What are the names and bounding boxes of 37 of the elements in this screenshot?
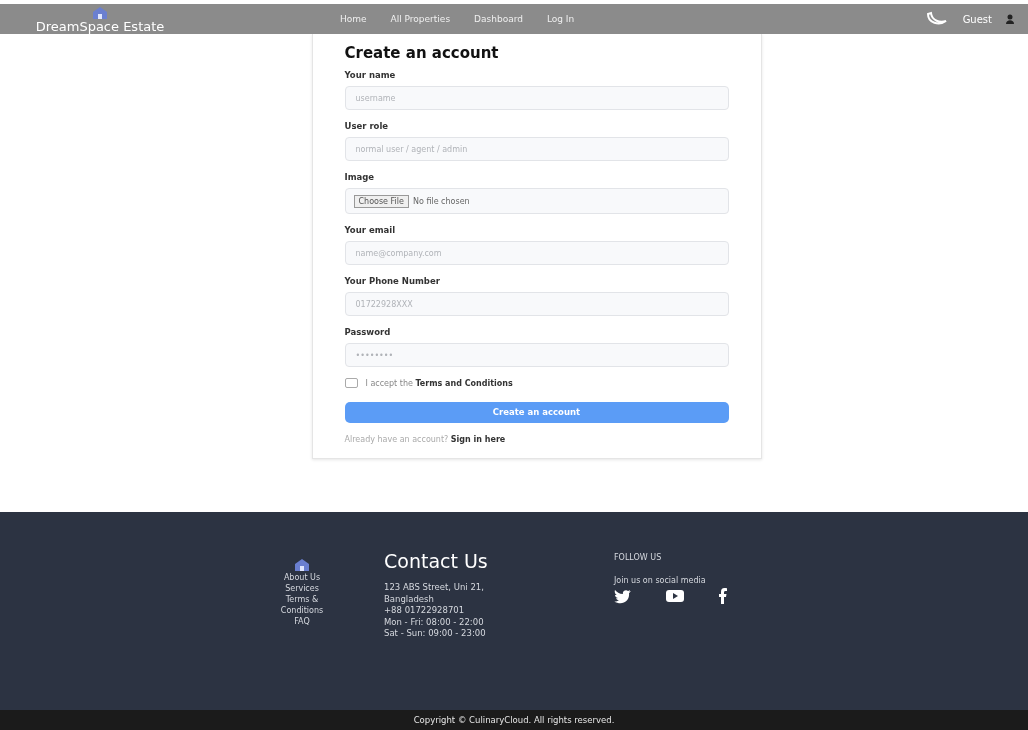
user-icon[interactable] xyxy=(1006,14,1014,24)
contact-line: Mon - Fri: 08:00 - 22:00 xyxy=(384,616,485,628)
footer-link[interactable]: Terms & Conditions xyxy=(272,594,332,616)
terms-link[interactable]: Terms and Conditions xyxy=(415,378,513,388)
footer-link[interactable]: Services xyxy=(285,583,319,594)
footer-link[interactable]: About Us xyxy=(283,572,321,583)
footer-link[interactable]: FAQ xyxy=(294,616,310,627)
bird-icon[interactable] xyxy=(614,588,632,604)
signin-text: Already have an account? Sign in here xyxy=(344,434,507,444)
input-field[interactable]: username xyxy=(344,86,729,110)
house-icon xyxy=(294,558,310,572)
terms-text: I accept the Terms and Conditions xyxy=(365,378,513,388)
follow-text: Join us on social media xyxy=(614,575,707,586)
contact-line: Sat - Sun: 09:00 - 23:00 xyxy=(384,628,487,640)
field-label: User role xyxy=(344,121,390,131)
checkbox[interactable] xyxy=(344,378,358,388)
input-field[interactable]: •••••••• xyxy=(344,343,729,367)
contact-line: +88 01722928701 xyxy=(384,605,466,617)
field-label: Password xyxy=(344,327,392,337)
copyright-text: Copyright © CulinaryCloud. All rights reserved. xyxy=(413,715,615,725)
field-label: Your Phone Number xyxy=(344,276,441,286)
field-label: Your email xyxy=(344,225,397,235)
input-field[interactable]: normal user / agent / admin xyxy=(344,137,729,161)
input-field[interactable]: name@company.com xyxy=(344,241,729,265)
follow-title: FOLLOW US xyxy=(614,552,663,563)
house-icon xyxy=(92,5,108,20)
user-name: Guest xyxy=(962,13,992,25)
contact-title: Contact Us xyxy=(384,550,489,572)
file-input[interactable]: Choose File No file chosen xyxy=(344,188,729,214)
signin-link[interactable]: Sign in here xyxy=(450,434,506,444)
contact-line: 123 ABS Street, Uni 21, Bangladesh xyxy=(384,582,485,605)
form-title: Create an account xyxy=(344,44,500,62)
input-field[interactable]: 01722928XXX xyxy=(344,292,729,316)
field-label: Image xyxy=(344,172,376,182)
field-label: Your name xyxy=(344,70,397,80)
f-letter-icon[interactable] xyxy=(718,588,727,604)
play-icon[interactable] xyxy=(666,590,684,602)
